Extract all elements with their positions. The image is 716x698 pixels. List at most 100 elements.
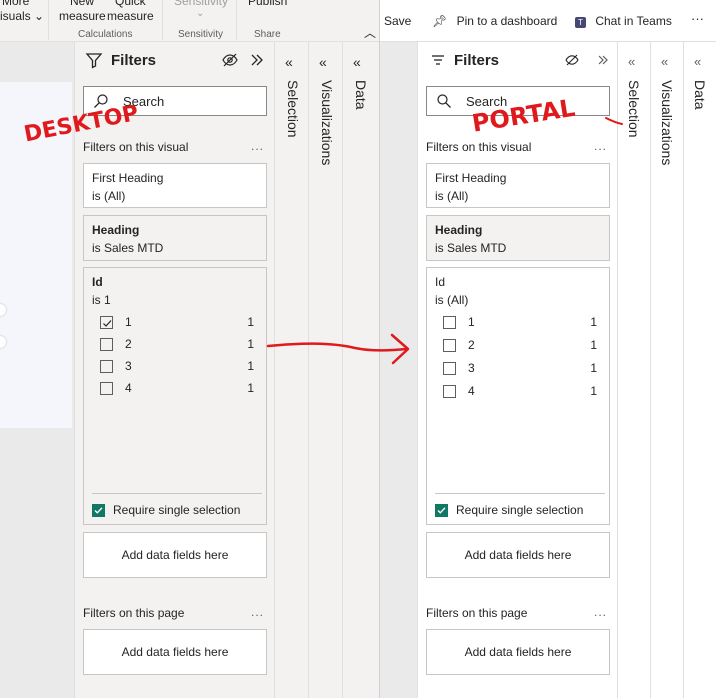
pin-icon: 📌︎ [432, 14, 448, 28]
add-data-fields-page[interactable]: Add data fields here [426, 629, 610, 675]
divider [92, 493, 262, 494]
section-filters-page: Filters on this page [426, 606, 528, 620]
chat-in-teams-button[interactable]: T Chat in Teams [575, 14, 672, 28]
expand-icon[interactable]: « [661, 54, 668, 69]
hide-eye-icon[interactable] [221, 51, 239, 69]
filter-option[interactable]: 4 1 [100, 380, 260, 398]
filter-value: is (All) [435, 293, 469, 307]
desktop-filters-pane: Filters Search Filters on this visual ..… [74, 42, 274, 698]
filter-option[interactable]: 1 1 [100, 314, 260, 332]
new-measure-button[interactable]: measure [59, 9, 106, 23]
filter-value: is Sales MTD [92, 241, 164, 255]
more-options-icon[interactable]: ... [594, 605, 607, 619]
filter-name: Id [92, 275, 103, 289]
add-data-fields-visual[interactable]: Add data fields here [426, 532, 610, 578]
filter-name: Heading [92, 223, 140, 237]
checkbox[interactable] [100, 360, 113, 373]
filter-card-id[interactable]: Id is (All) 1 1 2 1 3 1 4 1 Require sing… [426, 267, 610, 525]
portal-filters-pane: Filters Search Filters on this visual ..… [417, 42, 617, 698]
expand-icon[interactable]: « [353, 54, 361, 70]
save-button[interactable]: Save [384, 14, 411, 28]
filter-card-first-heading[interactable]: First Heading is (All) [83, 163, 267, 208]
collapse-pane-icon[interactable] [248, 51, 266, 69]
new-measure-top[interactable]: New [70, 0, 94, 8]
add-data-fields-visual[interactable]: Add data fields here [83, 532, 267, 578]
filter-value: is (All) [435, 189, 469, 203]
checkbox[interactable] [443, 316, 456, 329]
more-visuals-label[interactable]: isuals ⌄ [0, 9, 44, 23]
section-filters-visual: Filters on this visual [426, 140, 532, 154]
quick-measure-top[interactable]: Quick [115, 0, 146, 8]
more-visuals-button[interactable]: More [2, 0, 29, 8]
hide-eye-icon[interactable] [563, 51, 581, 69]
tab-data[interactable]: « Data [683, 42, 716, 698]
teams-icon: T [575, 17, 586, 28]
checkbox-checked[interactable] [100, 316, 113, 329]
sensitivity-group-label: Sensitivity [178, 29, 224, 40]
publish-button[interactable]: Publish [248, 0, 287, 8]
checkbox[interactable] [443, 362, 456, 375]
collapse-ribbon-icon[interactable]: ︿ [364, 24, 376, 41]
share-group-label: Share [254, 29, 281, 40]
require-single-selection-toggle[interactable]: Require single selection [435, 503, 605, 519]
more-options-icon[interactable]: ··· [691, 11, 704, 26]
tab-visualizations[interactable]: « Visualizations [308, 42, 342, 698]
portal-toolbar: Save 📌︎ Pin to a dashboard T Chat in Tea… [380, 0, 716, 42]
filter-option[interactable]: 4 1 [443, 383, 603, 401]
filter-card-first-heading[interactable]: First Heading is (All) [426, 163, 610, 208]
filter-option[interactable]: 3 1 [100, 358, 260, 376]
require-single-selection-toggle[interactable]: Require single selection [92, 503, 262, 519]
filter-value: is Sales MTD [435, 241, 507, 255]
checkbox[interactable] [443, 385, 456, 398]
pin-button[interactable]: 📌︎ Pin to a dashboard [432, 14, 557, 28]
section-filters-page: Filters on this page [83, 606, 185, 620]
filter-name: First Heading [435, 171, 507, 185]
expand-icon[interactable]: « [694, 54, 701, 69]
filter-option[interactable]: 2 1 [443, 337, 603, 355]
resize-handle[interactable] [0, 304, 6, 316]
resize-handle[interactable] [0, 336, 6, 348]
filter-icon [85, 53, 103, 69]
tab-selection[interactable]: « Selection [617, 42, 650, 698]
filter-value: is (All) [92, 189, 126, 203]
report-canvas [380, 42, 417, 698]
desktop-ribbon: More isuals ⌄ New measure Quick measure … [0, 0, 380, 42]
tab-visualizations[interactable]: « Visualizations [650, 42, 683, 698]
filters-header: Filters [75, 42, 274, 78]
tab-data[interactable]: « Data [342, 42, 379, 698]
checkbox-checked[interactable] [92, 504, 105, 517]
section-filters-visual: Filters on this visual [83, 140, 189, 154]
checkbox[interactable] [443, 339, 456, 352]
tab-selection[interactable]: « Selection [274, 42, 308, 698]
filter-name: Heading [435, 223, 483, 237]
quick-measure-button[interactable]: measure [107, 9, 154, 23]
expand-icon[interactable]: « [285, 54, 293, 70]
filter-card-id[interactable]: Id is 1 1 1 2 1 3 1 4 1 Require single s… [83, 267, 267, 525]
add-data-fields-page[interactable]: Add data fields here [83, 629, 267, 675]
collapse-pane-icon[interactable] [594, 51, 612, 69]
filter-option[interactable]: 2 1 [100, 336, 260, 354]
more-options-icon[interactable]: ... [594, 139, 607, 153]
filter-value: is 1 [92, 293, 111, 307]
chevron-down-icon: ⌄ [196, 8, 205, 19]
checkbox-checked[interactable] [435, 504, 448, 517]
checkbox[interactable] [100, 338, 113, 351]
filter-name: First Heading [92, 171, 164, 185]
filter-lines-icon [432, 55, 444, 65]
filter-name: Id [435, 275, 446, 289]
filters-header: Filters [418, 42, 617, 78]
expand-icon[interactable]: « [319, 54, 327, 70]
filters-title: Filters [111, 52, 157, 69]
calculations-group-label: Calculations [78, 29, 133, 40]
sensitivity-button[interactable]: Sensitivity [174, 0, 228, 8]
filter-option[interactable]: 3 1 [443, 360, 603, 378]
filter-option[interactable]: 1 1 [443, 314, 603, 332]
filter-card-heading[interactable]: Heading is Sales MTD [83, 215, 267, 261]
more-options-icon[interactable]: ... [251, 139, 264, 153]
search-icon [437, 94, 451, 108]
more-options-icon[interactable]: ... [251, 605, 264, 619]
expand-icon[interactable]: « [628, 54, 635, 69]
divider [435, 493, 605, 494]
checkbox[interactable] [100, 382, 113, 395]
filter-card-heading[interactable]: Heading is Sales MTD [426, 215, 610, 261]
